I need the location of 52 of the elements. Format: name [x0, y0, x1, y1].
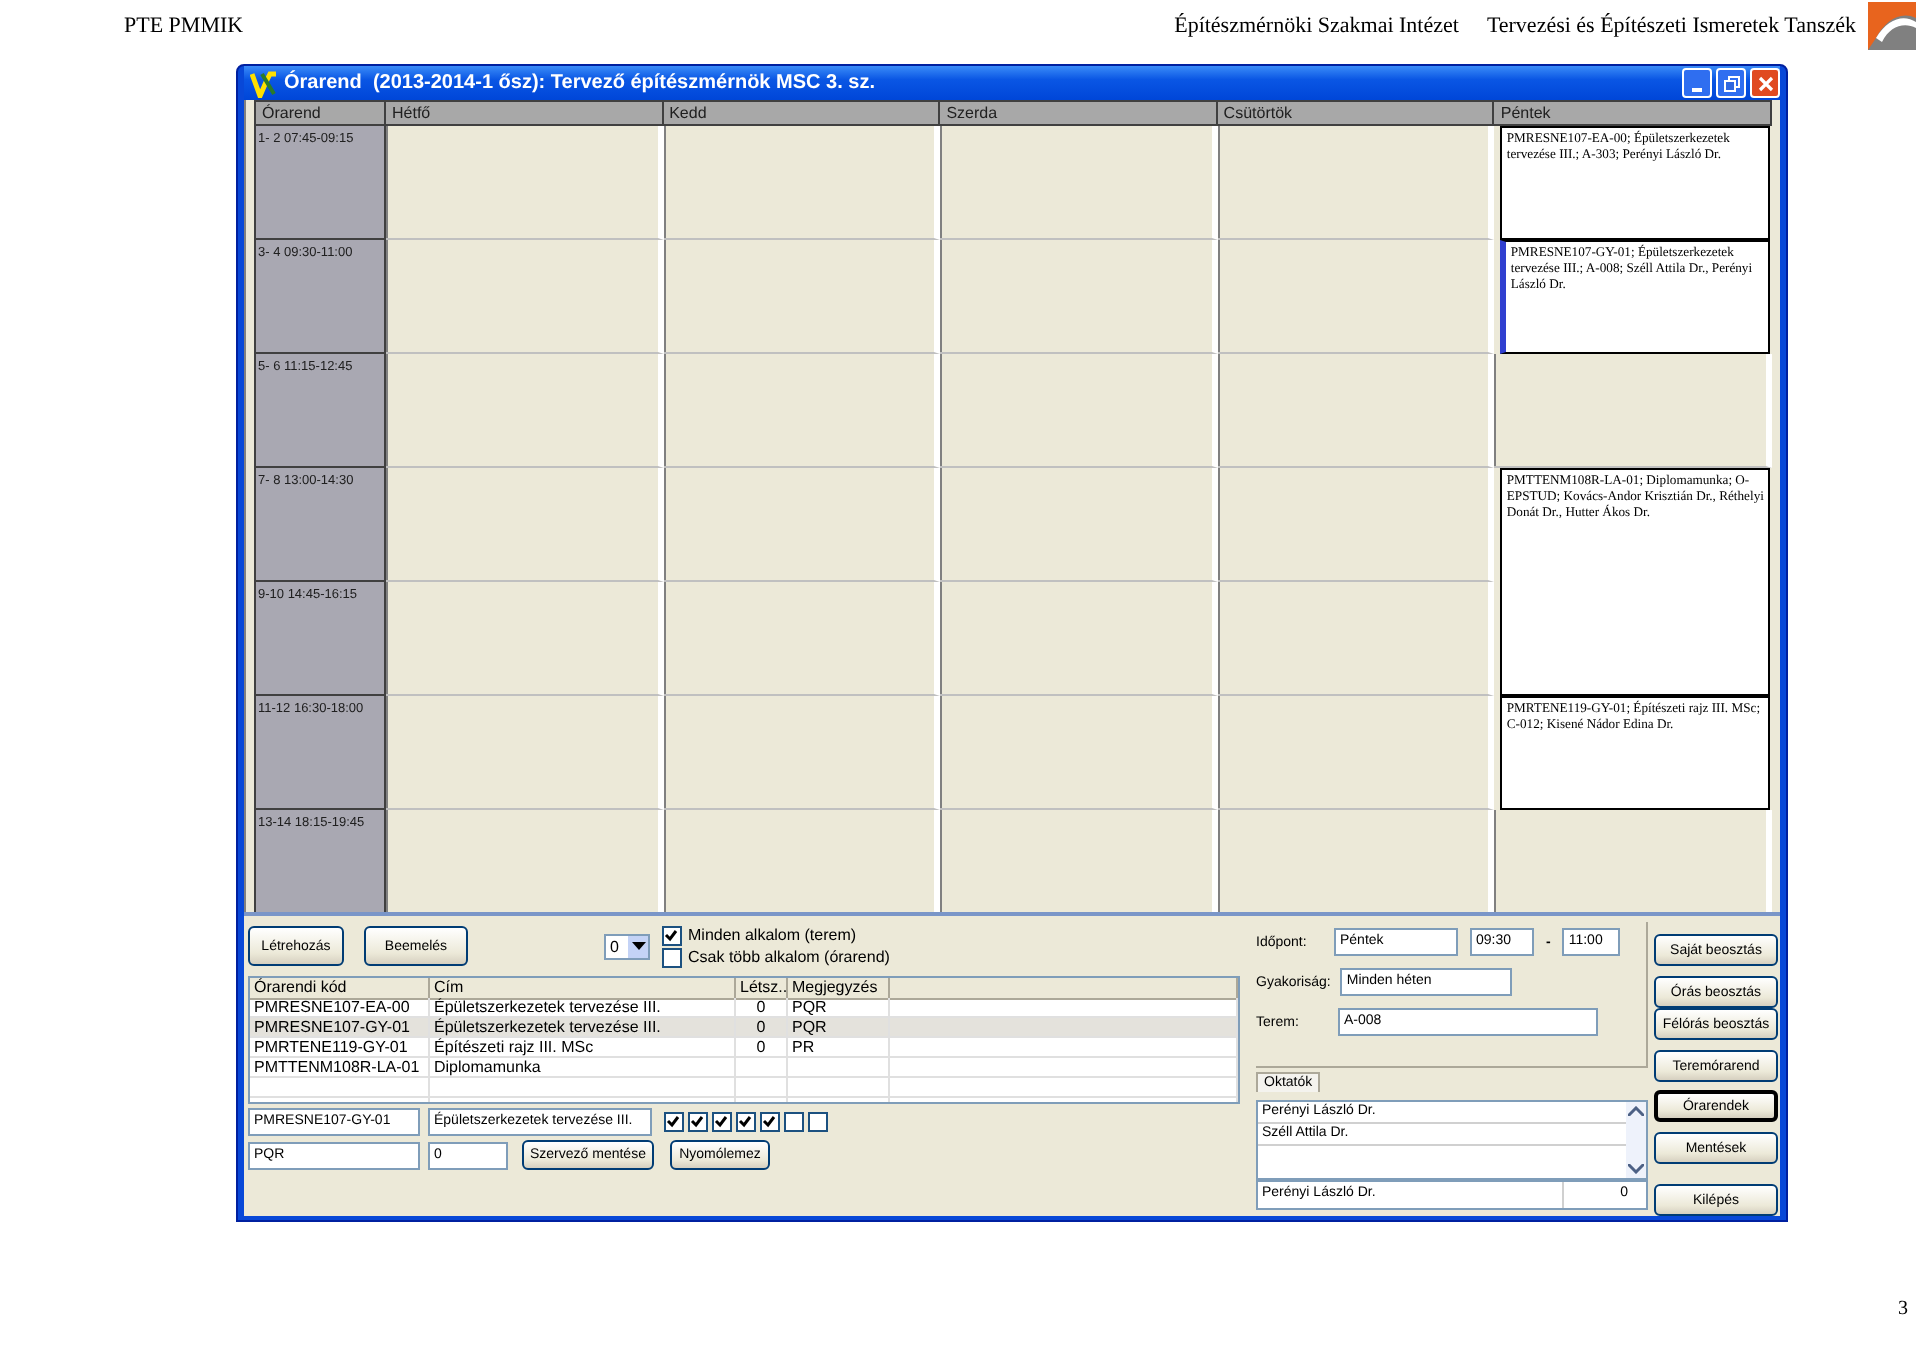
window-title: Órarend (2013-2014-1 ősz): Tervező építészmérnök MSC 3. sz. [284, 72, 875, 94]
table-cell[interactable]: PQR [788, 1018, 890, 1038]
check-icon [664, 927, 678, 941]
header-text: Építészmérnöki Szakmai Intézet [1174, 14, 1459, 38]
checkbox-label: Csak több alkalom (órarend) [688, 948, 890, 966]
page-number: 3 [1898, 1298, 1908, 1320]
column-header: Szerda [940, 100, 1218, 126]
table-cell[interactable]: Épületszerkezetek tervezése III. [430, 1018, 736, 1038]
column-header: Létsz.. [736, 978, 788, 1000]
checkbox[interactable] [736, 1112, 756, 1132]
column-header: Órarendi kód [250, 978, 430, 1000]
table-cell [736, 1078, 788, 1098]
table-cell [788, 1078, 890, 1098]
header-text: Tervezési és Építészeti Ismeretek Tanszék [1486, 14, 1856, 38]
checkbox[interactable] [664, 1112, 684, 1132]
app-icon [250, 69, 278, 97]
header-text: PTE PMMIK [124, 14, 244, 38]
checkbox[interactable] [688, 1112, 708, 1132]
column-header: Csütörtök [1217, 100, 1495, 126]
column-header: Péntek [1494, 100, 1772, 126]
table-cell[interactable]: PMRTENE119-GY-01 [250, 1038, 430, 1058]
table-cell[interactable]: PR [788, 1038, 890, 1058]
checkbox[interactable] [808, 1112, 828, 1132]
restore-icon [1723, 75, 1739, 91]
dropdown[interactable]: 0 [604, 933, 650, 959]
checkbox[interactable] [662, 947, 682, 967]
restore-button[interactable] [1716, 68, 1746, 98]
close-icon [1757, 75, 1773, 91]
table-cell[interactable]: PMRESNE107-GY-01 [250, 1018, 430, 1038]
table-cell[interactable]: 0 [736, 1038, 788, 1058]
table-cell[interactable]: Építészeti rajz III. MSc [430, 1038, 736, 1058]
minimize-button[interactable] [1682, 68, 1712, 98]
column-header: Kedd [663, 100, 941, 126]
table-cell[interactable]: 0 [736, 1018, 788, 1038]
column-header: Órarend [254, 100, 386, 126]
caret-icon [631, 942, 645, 950]
column-header: Cím [430, 978, 736, 1000]
minimize-icon [1692, 87, 1702, 91]
checkbox[interactable] [784, 1112, 804, 1132]
column-header: Hétfő [386, 100, 664, 126]
table-cell[interactable]: PMTTENM108R-LA-01 [250, 1058, 430, 1078]
logo-icon [1868, 2, 1916, 50]
checkbox[interactable] [760, 1112, 780, 1132]
table-cell[interactable] [788, 1058, 890, 1078]
checkbox-label: Minden alkalom (terem) [688, 926, 857, 944]
table-cell[interactable]: Diplomamunka [430, 1058, 736, 1078]
close-button[interactable] [1750, 68, 1780, 98]
column-header: Megjegyzés [788, 978, 890, 1000]
checkbox[interactable] [712, 1112, 732, 1132]
table-cell[interactable] [736, 1058, 788, 1078]
dropdown-value: 0 [608, 937, 621, 955]
checkbox[interactable] [662, 925, 682, 945]
